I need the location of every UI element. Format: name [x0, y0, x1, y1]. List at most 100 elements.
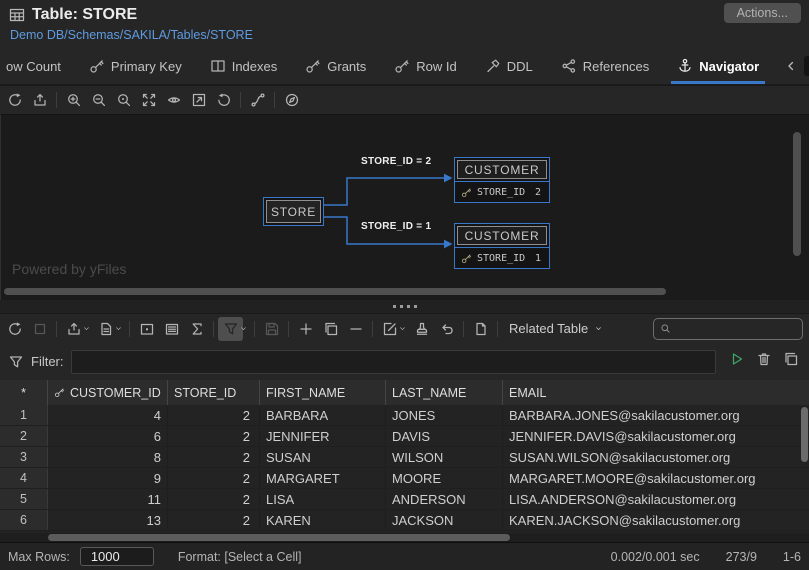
store-id-cell[interactable]: 2	[168, 468, 260, 488]
first-name-cell[interactable]: BARBARA	[260, 405, 386, 425]
fit-content-icon[interactable]	[136, 88, 161, 112]
email-cell[interactable]: JENNIFER.DAVIS@sakilacustomer.org	[503, 426, 809, 446]
last-name-cell[interactable]: WILSON	[386, 447, 503, 467]
email-cell[interactable]: MARGARET.MOORE@sakilacustomer.org	[503, 468, 809, 488]
last-name-cell[interactable]: JACKSON	[386, 510, 503, 530]
export-diagram-icon[interactable]	[27, 88, 52, 112]
stop-icon[interactable]	[27, 317, 52, 341]
search-box[interactable]	[653, 317, 803, 340]
column-header-first-name[interactable]: FIRST_NAME	[260, 380, 386, 405]
new-document-icon[interactable]	[468, 317, 493, 341]
tab-ddl[interactable]: DDL	[479, 48, 539, 84]
diagram-node-store[interactable]: STORE	[263, 197, 324, 226]
table-row[interactable]: 5 11 2 LISA ANDERSON LISA.ANDERSON@sakil…	[0, 489, 809, 510]
tabs-scroll-right-button[interactable]	[804, 56, 809, 76]
report-chevron-down-icon[interactable]	[114, 320, 123, 338]
copy-filter-icon[interactable]	[783, 351, 799, 372]
store-id-cell[interactable]: 2	[168, 405, 260, 425]
clear-filter-icon[interactable]	[756, 351, 772, 372]
refresh-icon[interactable]	[2, 88, 27, 112]
breadcrumb[interactable]: Demo DB/Schemas/SAKILA/Tables/STORE	[0, 24, 809, 42]
open-in-window-icon[interactable]	[186, 88, 211, 112]
grid-vertical-scrollbar[interactable]	[801, 407, 808, 462]
row-number-cell[interactable]: 3	[0, 447, 48, 467]
tab-navigator[interactable]: Navigator	[671, 48, 766, 84]
last-name-cell[interactable]: ANDERSON	[386, 489, 503, 509]
customer-id-cell[interactable]: 13	[48, 510, 168, 530]
reset-zoom-icon[interactable]	[211, 88, 236, 112]
first-name-cell[interactable]: SUSAN	[260, 447, 386, 467]
view-selection-icon[interactable]	[161, 88, 186, 112]
customer-id-cell[interactable]: 8	[48, 447, 168, 467]
row-number-cell[interactable]: 6	[0, 510, 48, 530]
store-id-cell[interactable]: 2	[168, 510, 260, 530]
customer-id-cell[interactable]: 9	[48, 468, 168, 488]
table-row[interactable]: 3 8 2 SUSAN WILSON SUSAN.WILSON@sakilacu…	[0, 447, 809, 468]
table-row[interactable]: 2 6 2 JENNIFER DAVIS JENNIFER.DAVIS@saki…	[0, 426, 809, 447]
column-header-email[interactable]: EMAIL	[503, 380, 809, 405]
panel-splitter[interactable]	[0, 300, 809, 313]
row-number-cell[interactable]: 4	[0, 468, 48, 488]
column-header-store-id[interactable]: STORE_ID	[168, 380, 260, 405]
export-chevron-down-icon[interactable]	[82, 320, 91, 338]
first-name-cell[interactable]: LISA	[260, 489, 386, 509]
diagram-vertical-scrollbar[interactable]	[793, 132, 801, 256]
zoom-in-icon[interactable]	[61, 88, 86, 112]
related-table-dropdown[interactable]: Related Table	[509, 321, 603, 336]
add-row-icon[interactable]	[293, 317, 318, 341]
row-number-cell[interactable]: 5	[0, 489, 48, 509]
tabs-scroll-left-button[interactable]	[781, 56, 801, 76]
filter-chevron-down-icon[interactable]	[239, 320, 248, 338]
email-cell[interactable]: KAREN.JACKSON@sakilacustomer.org	[503, 510, 809, 530]
table-row[interactable]: 4 9 2 MARGARET MOORE MARGARET.MOORE@saki…	[0, 468, 809, 489]
tab-row-count[interactable]: ow Count	[0, 48, 67, 84]
filter-input[interactable]	[70, 349, 716, 374]
stamp-icon[interactable]	[409, 317, 434, 341]
text-view-icon[interactable]	[159, 317, 184, 341]
column-header-customer-id[interactable]: CUSTOMER_ID	[48, 380, 168, 405]
zoom-selection-icon[interactable]	[111, 88, 136, 112]
store-id-cell[interactable]: 2	[168, 489, 260, 509]
grid-horizontal-scrollbar[interactable]	[48, 534, 510, 541]
sigma-icon[interactable]	[184, 317, 209, 341]
table-row[interactable]: 1 4 2 BARBARA JONES BARBARA.JONES@sakila…	[0, 405, 809, 426]
search-input[interactable]	[676, 320, 796, 337]
table-row[interactable]: 6 13 2 KAREN JACKSON KAREN.JACKSON@sakil…	[0, 510, 809, 531]
email-cell[interactable]: BARBARA.JONES@sakilacustomer.org	[503, 405, 809, 425]
zoom-out-icon[interactable]	[86, 88, 111, 112]
customer-id-cell[interactable]: 4	[48, 405, 168, 425]
edit-chevron-down-icon[interactable]	[398, 320, 407, 338]
email-cell[interactable]: SUSAN.WILSON@sakilacustomer.org	[503, 447, 809, 467]
duplicate-row-icon[interactable]	[318, 317, 343, 341]
delete-row-icon[interactable]	[343, 317, 368, 341]
tab-primary-key[interactable]: Primary Key	[83, 48, 188, 84]
tab-indexes[interactable]: Indexes	[204, 48, 284, 84]
compass-icon[interactable]	[279, 88, 304, 112]
store-id-cell[interactable]: 2	[168, 447, 260, 467]
tab-grants[interactable]: Grants	[299, 48, 372, 84]
first-name-cell[interactable]: MARGARET	[260, 468, 386, 488]
column-header-row-number[interactable]: *	[0, 380, 48, 405]
store-id-cell[interactable]: 2	[168, 426, 260, 446]
column-header-last-name[interactable]: LAST_NAME	[386, 380, 503, 405]
apply-filter-icon[interactable]	[729, 351, 745, 372]
er-diagram-canvas[interactable]: STORE_ID = 2 STORE_ID = 1 STORE CUSTOMER…	[0, 114, 809, 300]
save-icon[interactable]	[259, 317, 284, 341]
tab-row-id[interactable]: Row Id	[388, 48, 462, 84]
route-edges-icon[interactable]	[245, 88, 270, 112]
diagram-node-customer-bottom[interactable]: CUSTOMER STORE_ID 1	[454, 223, 550, 269]
last-name-cell[interactable]: JONES	[386, 405, 503, 425]
diagram-horizontal-scrollbar[interactable]	[4, 288, 666, 295]
max-rows-input[interactable]	[79, 547, 154, 566]
record-view-icon[interactable]	[134, 317, 159, 341]
last-name-cell[interactable]: MOORE	[386, 468, 503, 488]
row-number-cell[interactable]: 2	[0, 426, 48, 446]
first-name-cell[interactable]: KAREN	[260, 510, 386, 530]
diagram-node-customer-top[interactable]: CUSTOMER STORE_ID 2	[454, 157, 550, 203]
refresh-icon[interactable]	[2, 317, 27, 341]
undo-icon[interactable]	[434, 317, 459, 341]
actions-button[interactable]: Actions...	[723, 3, 801, 23]
tab-references[interactable]: References	[555, 48, 655, 84]
customer-id-cell[interactable]: 6	[48, 426, 168, 446]
customer-id-cell[interactable]: 11	[48, 489, 168, 509]
